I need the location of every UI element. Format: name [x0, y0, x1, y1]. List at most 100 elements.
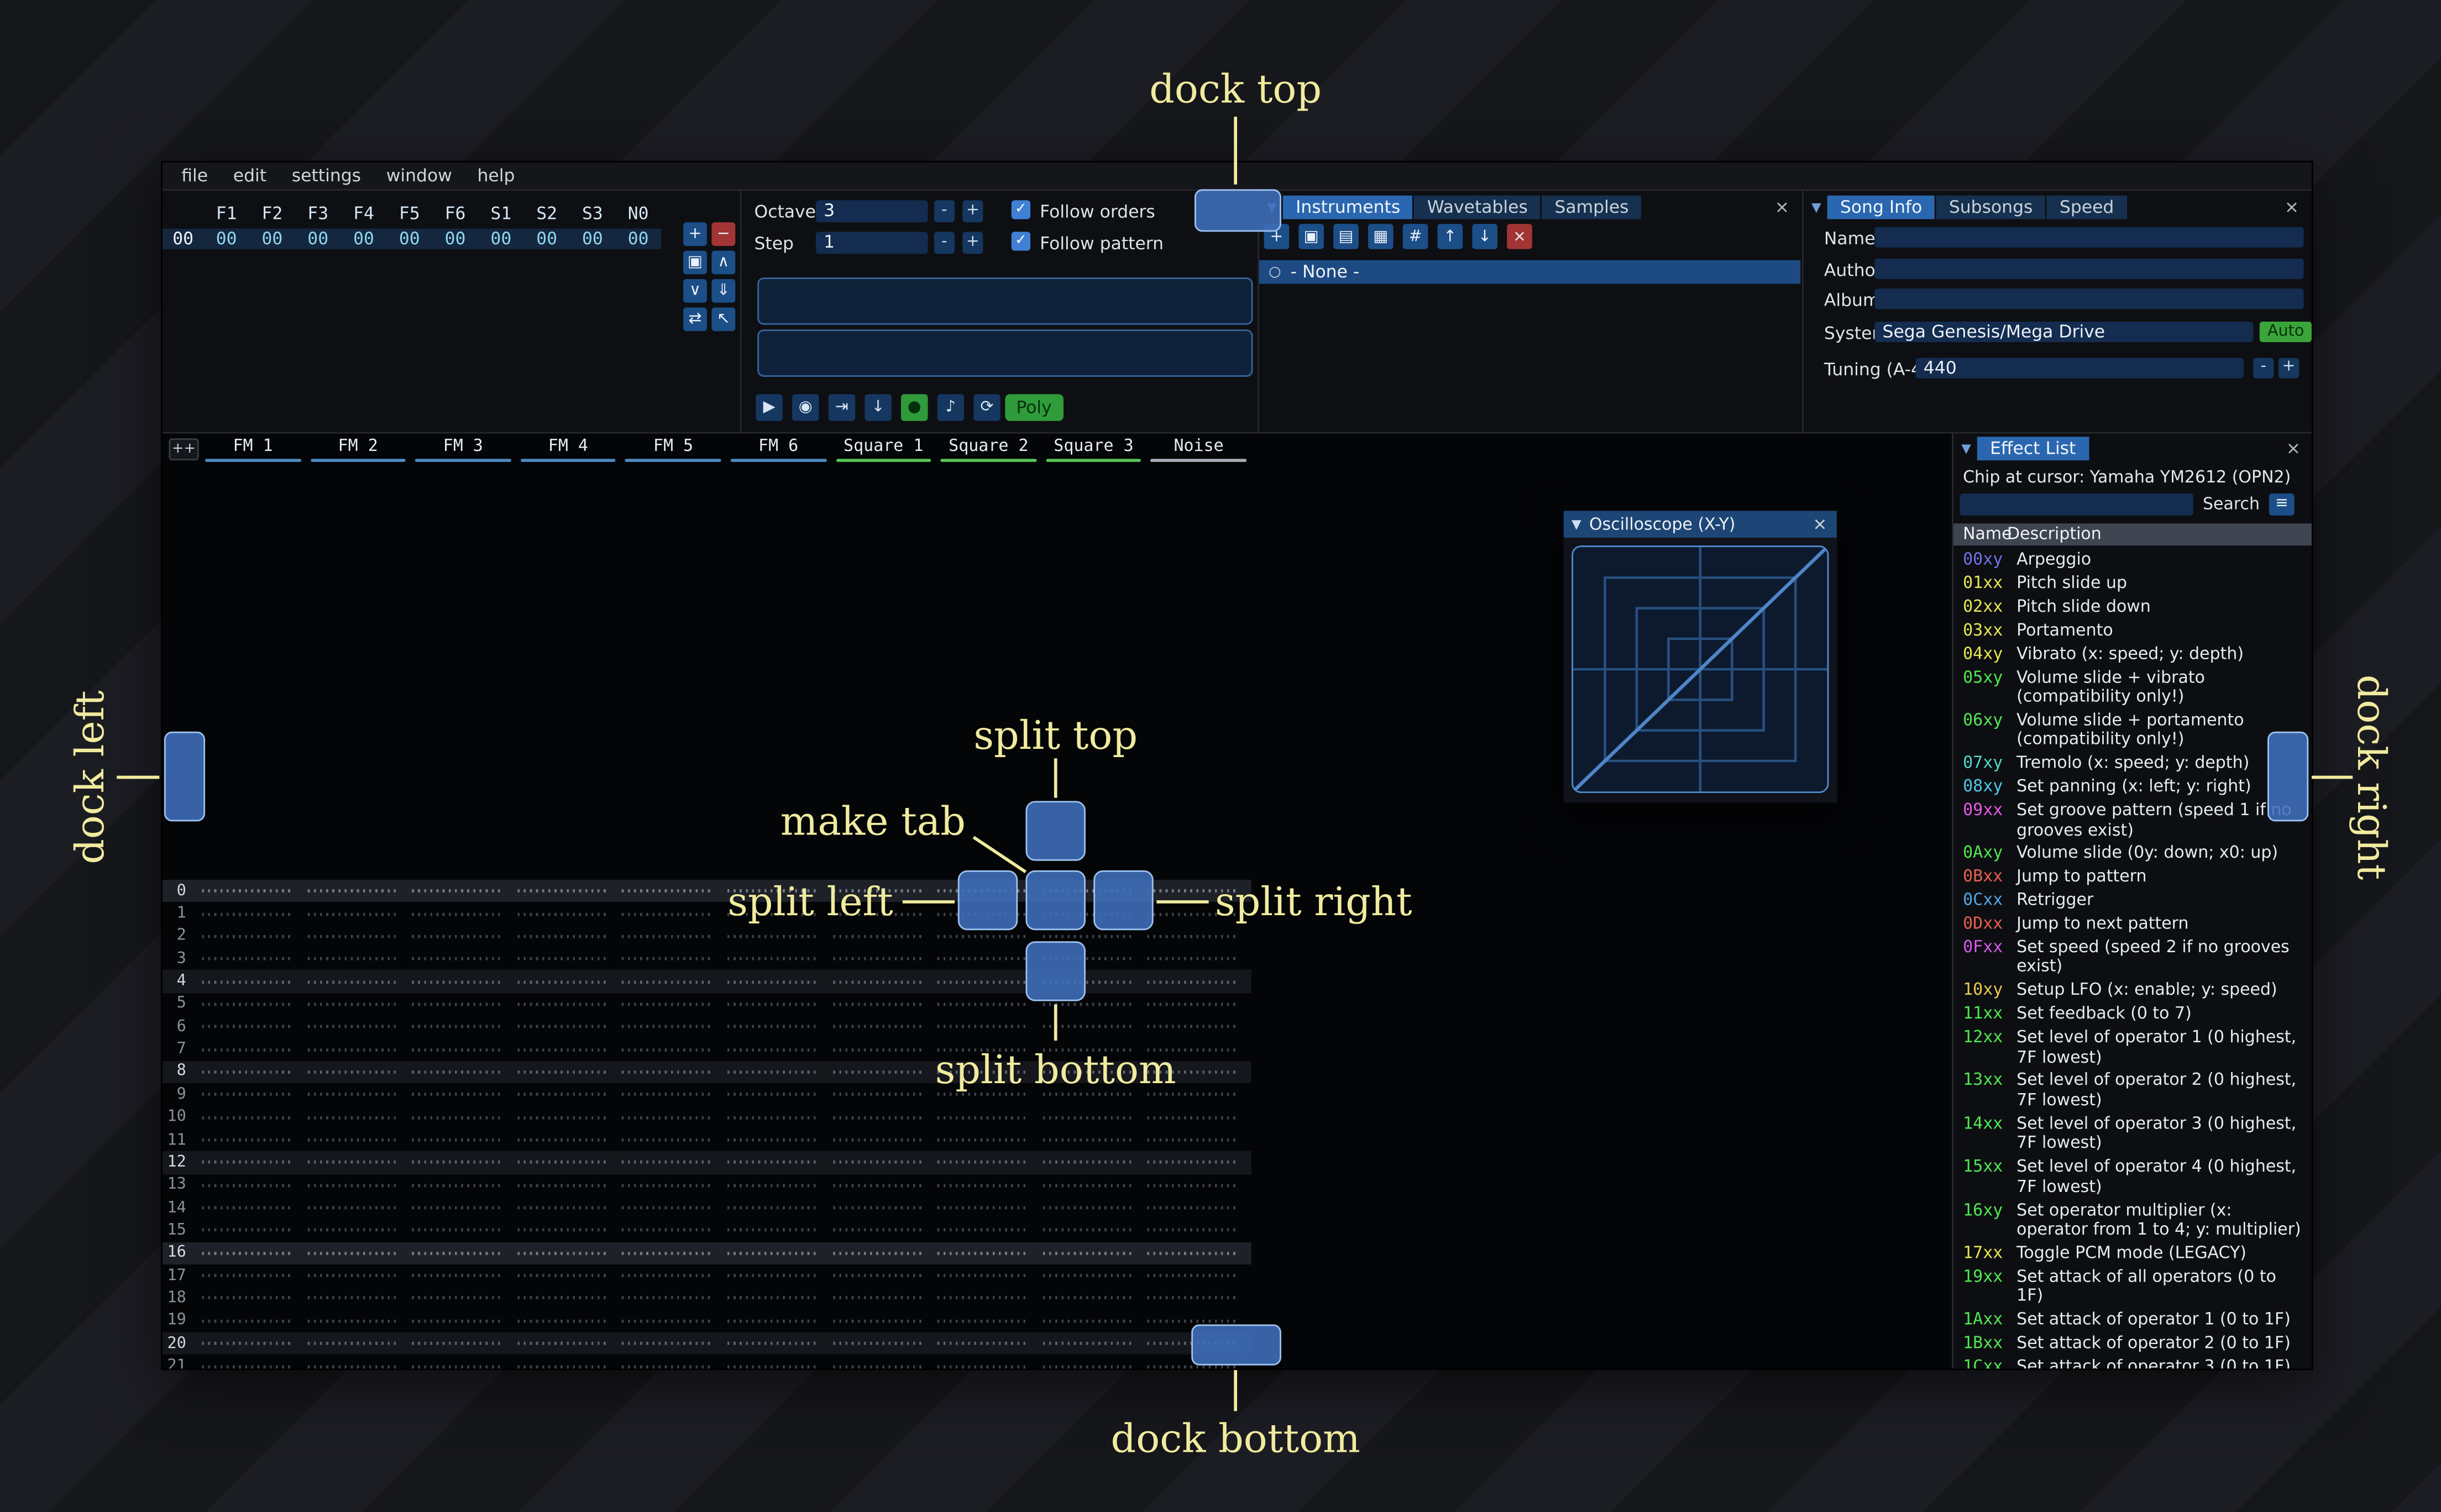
pattern-cell[interactable]: [299, 1355, 404, 1369]
move-order-down-button[interactable]: ∨: [683, 279, 707, 303]
pattern-cell[interactable]: [299, 1128, 404, 1151]
effect-row[interactable]: 08xy Set panning (x: left; y: right): [1953, 776, 2312, 799]
effect-row[interactable]: 15xx Set level of operator 4 (0 highest, …: [1953, 1156, 2312, 1199]
effect-row[interactable]: 12xx Set level of operator 1 (0 highest, …: [1953, 1026, 2312, 1069]
pattern-cell[interactable]: [825, 1083, 930, 1106]
pattern-cell[interactable]: [930, 993, 1035, 1016]
pattern-cell[interactable]: [299, 1060, 404, 1083]
pattern-cell[interactable]: [509, 1038, 614, 1061]
pattern-cell[interactable]: [404, 1287, 509, 1310]
order-channel-header[interactable]: F1: [203, 203, 249, 224]
pattern-cell[interactable]: [299, 880, 404, 902]
save-instrument-button[interactable]: ▦: [1368, 224, 1394, 249]
pattern-cell[interactable]: [509, 993, 614, 1016]
channel-header-fm-3[interactable]: FM 3: [411, 437, 516, 462]
move-order-up-button[interactable]: ∧: [711, 250, 736, 275]
order-channel-header[interactable]: S3: [570, 203, 616, 224]
oscilloscope-title-bar[interactable]: ▼ Oscilloscope (X-Y) ×: [1563, 511, 1837, 538]
pattern-cell[interactable]: [1140, 1264, 1245, 1287]
system-input[interactable]: Sega Genesis/Mega Drive: [1874, 322, 2254, 343]
instruments-tab-samples[interactable]: Samples: [1542, 195, 1642, 219]
pattern-cell[interactable]: [299, 1287, 404, 1310]
pattern-cell[interactable]: [1035, 1242, 1140, 1264]
channel-header-fm-2[interactable]: FM 2: [306, 437, 411, 462]
order-channel-header[interactable]: F6: [432, 203, 478, 224]
pattern-cell[interactable]: [509, 1016, 614, 1038]
pattern-cell[interactable]: [720, 1083, 825, 1106]
pattern-cell[interactable]: [509, 1196, 614, 1219]
pattern-cell[interactable]: [930, 1219, 1035, 1242]
menu-item-help[interactable]: help: [465, 166, 528, 186]
pattern-cell[interactable]: [615, 948, 720, 970]
pattern-cell[interactable]: [299, 1174, 404, 1196]
pattern-row[interactable]: 18: [163, 1287, 1251, 1310]
pattern-cell[interactable]: [194, 1128, 299, 1151]
pattern-cell[interactable]: [720, 1287, 825, 1310]
pattern-cell[interactable]: [720, 1151, 825, 1174]
pattern-cell[interactable]: [615, 1242, 720, 1264]
pattern-cell[interactable]: [720, 970, 825, 993]
pattern-cell[interactable]: [194, 1219, 299, 1242]
pattern-cell[interactable]: [615, 1219, 720, 1242]
effect-row[interactable]: 01xx Pitch slide up: [1953, 572, 2312, 595]
pattern-cell[interactable]: [404, 1128, 509, 1151]
effect-row[interactable]: 0Dxx Jump to next pattern: [1953, 913, 2312, 936]
effect-row[interactable]: 1Bxx Set attack of operator 2 (0 to 1F): [1953, 1332, 2312, 1355]
pattern-cell[interactable]: [299, 970, 404, 993]
pattern-cell[interactable]: [1035, 1264, 1140, 1287]
order-cell[interactable]: 00: [249, 229, 295, 249]
pattern-cell[interactable]: [615, 1332, 720, 1355]
effect-row[interactable]: 16xy Set operator multiplier (x: operator…: [1953, 1199, 2312, 1242]
effect-row[interactable]: 0Axy Volume slide (0y: down; x0: up): [1953, 842, 2312, 865]
pattern-cell[interactable]: [825, 1264, 930, 1287]
pattern-cell[interactable]: [1140, 1287, 1245, 1310]
octave-increase-button[interactable]: +: [962, 200, 983, 223]
order-cell[interactable]: 00: [203, 229, 249, 249]
effect-row[interactable]: 19xx Set attack of all operators (0 to 1F…: [1953, 1266, 2312, 1309]
channel-header-noise[interactable]: Noise: [1146, 437, 1251, 462]
pattern-cell[interactable]: [1140, 993, 1245, 1016]
pattern-cell[interactable]: [720, 1355, 825, 1369]
pattern-cell[interactable]: [930, 1128, 1035, 1151]
pattern-cell[interactable]: [509, 902, 614, 925]
pattern-cell[interactable]: [509, 970, 614, 993]
pattern-cell[interactable]: [825, 1242, 930, 1264]
step-one-row-button[interactable]: ⇥: [828, 394, 856, 421]
pattern-cell[interactable]: [615, 1128, 720, 1151]
pattern-cell[interactable]: [404, 925, 509, 948]
duplicate-order-end-button[interactable]: ⇓: [711, 279, 736, 303]
pattern-cell[interactable]: [299, 1083, 404, 1106]
pattern-cell[interactable]: [720, 925, 825, 948]
instruments-tab-instruments[interactable]: Instruments: [1283, 195, 1413, 219]
pattern-cell[interactable]: [615, 925, 720, 948]
menu-item-window[interactable]: window: [374, 166, 465, 186]
pattern-cell[interactable]: [509, 1332, 614, 1355]
pattern-row[interactable]: 16: [163, 1242, 1251, 1264]
tuning-decrease-button[interactable]: -: [2253, 358, 2274, 379]
pattern-cell[interactable]: [509, 1219, 614, 1242]
pattern-cell[interactable]: [299, 1242, 404, 1264]
pattern-cell[interactable]: [1035, 1310, 1140, 1332]
pattern-row[interactable]: 6: [163, 1016, 1251, 1038]
pattern-cell[interactable]: [615, 1151, 720, 1174]
pattern-cell[interactable]: [509, 1174, 614, 1196]
pattern-cell[interactable]: [720, 1174, 825, 1196]
pattern-cell[interactable]: [615, 1287, 720, 1310]
order-row-index[interactable]: 00: [163, 229, 203, 249]
pattern-cell[interactable]: [194, 1016, 299, 1038]
effect-row[interactable]: 17xx Toggle PCM mode (LEGACY): [1953, 1242, 2312, 1265]
poly-input-button[interactable]: Poly: [1005, 394, 1063, 421]
pattern-cell[interactable]: [1035, 1355, 1140, 1369]
pattern-cell[interactable]: [404, 880, 509, 902]
pattern-cell[interactable]: [509, 1355, 614, 1369]
pattern-cell[interactable]: [825, 1016, 930, 1038]
pattern-cell[interactable]: [615, 1106, 720, 1128]
effect-row[interactable]: 14xx Set level of operator 3 (0 highest, …: [1953, 1112, 2312, 1156]
effect-row[interactable]: 03xx Portamento: [1953, 619, 2312, 642]
effect-row[interactable]: 0Bxx Jump to pattern: [1953, 866, 2312, 889]
pattern-cell[interactable]: [509, 1151, 614, 1174]
pattern-cell[interactable]: [299, 1332, 404, 1355]
hamburger-menu-icon[interactable]: ≡: [2269, 493, 2295, 516]
pattern-row[interactable]: 14: [163, 1196, 1251, 1219]
order-channel-header[interactable]: S1: [478, 203, 524, 224]
